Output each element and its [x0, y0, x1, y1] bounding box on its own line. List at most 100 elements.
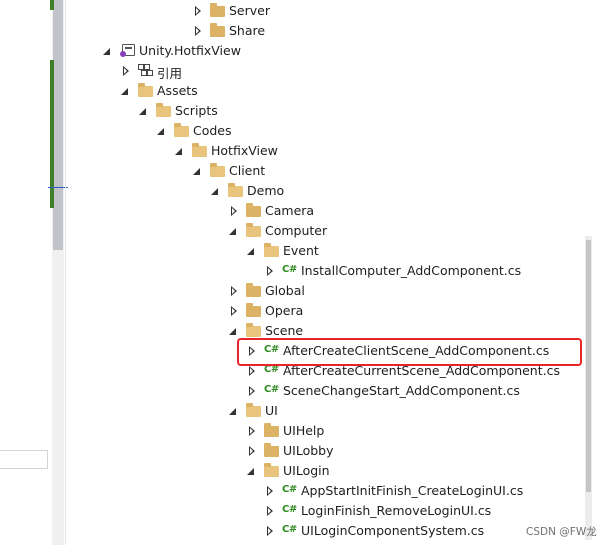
tree-item-folder[interactable]: Codes — [66, 121, 566, 141]
tree-item-label: SceneChangeStart_AddComponent.cs — [283, 383, 520, 398]
expanded-arrow-icon[interactable] — [229, 408, 236, 415]
tree-item-label: Camera — [265, 203, 315, 218]
tree-item-label: LoginFinish_RemoveLoginUI.cs — [301, 503, 492, 518]
tree-item-folder[interactable]: Scripts — [66, 101, 566, 121]
tree-item-folder[interactable]: Event — [66, 241, 566, 261]
tree-item-file[interactable]: C# AppStartInitFinish_CreateLoginUI.cs — [66, 481, 566, 501]
folder-open-icon — [246, 403, 261, 417]
folder-open-icon — [264, 463, 279, 477]
expanded-arrow-icon[interactable] — [247, 248, 254, 255]
tree-item-label: AppStartInitFinish_CreateLoginUI.cs — [301, 483, 524, 498]
tree-item-label: Assets — [157, 83, 198, 98]
tree-item-label: Scene — [265, 323, 304, 338]
tree-item-file[interactable]: C# LoginFinish_RemoveLoginUI.cs — [66, 501, 566, 521]
collapsed-arrow-icon[interactable] — [231, 286, 237, 296]
collapsed-arrow-icon[interactable] — [231, 306, 237, 316]
csharp-file-icon: C# — [282, 484, 297, 495]
collapsed-arrow-icon[interactable] — [267, 486, 273, 496]
change-marker — [50, 0, 54, 10]
folder-icon — [210, 3, 225, 17]
csharp-file-icon: C# — [264, 384, 279, 395]
editor-gutter-pane — [0, 0, 68, 545]
tree-item-label: UILogin — [283, 463, 330, 478]
folder-icon — [264, 423, 279, 437]
collapsed-arrow-icon[interactable] — [195, 26, 201, 36]
collapsed-arrow-icon[interactable] — [249, 386, 255, 396]
tree-item-label: UILoginComponentSystem.cs — [301, 523, 485, 538]
folder-open-icon — [210, 163, 225, 177]
tree-item-file[interactable]: C# UILoginComponentSystem.cs — [66, 521, 566, 541]
collapsed-arrow-icon[interactable] — [195, 6, 201, 16]
left-scrollbar-thumb[interactable] — [53, 0, 63, 250]
expanded-arrow-icon[interactable] — [175, 148, 182, 155]
tree-item-label: Unity.HotfixView — [139, 43, 241, 58]
expanded-arrow-icon[interactable] — [211, 188, 218, 195]
tree-item-label: UI — [265, 403, 278, 418]
expanded-arrow-icon[interactable] — [229, 328, 236, 335]
tree-item-label: Global — [265, 283, 305, 298]
tree-item-folder[interactable]: Server — [66, 1, 566, 21]
csharp-project-icon — [120, 44, 135, 57]
csharp-file-icon: C# — [282, 264, 297, 275]
tree-item-label: Scripts — [175, 103, 218, 118]
tree-item-folder[interactable]: Demo — [66, 181, 566, 201]
tree-item-folder[interactable]: Camera — [66, 201, 566, 221]
collapsed-arrow-icon[interactable] — [123, 66, 129, 76]
folder-icon — [246, 203, 261, 217]
tree-item-folder[interactable]: UILobby — [66, 441, 566, 461]
expanded-arrow-icon[interactable] — [157, 128, 164, 135]
expanded-arrow-icon[interactable] — [193, 168, 200, 175]
tree-item-label: Event — [283, 243, 319, 258]
tree-item-folder[interactable]: Opera — [66, 301, 566, 321]
tree-item-folder[interactable]: Computer — [66, 221, 566, 241]
tree-item-label: 引用 — [157, 66, 183, 81]
tree-scrollbar-thumb[interactable] — [586, 240, 591, 492]
tree-item-folder[interactable]: Assets — [66, 81, 566, 101]
expanded-arrow-icon[interactable] — [121, 88, 128, 95]
tree-item-label: Codes — [193, 123, 232, 138]
tree-item-label: Share — [229, 23, 266, 38]
tree-item-label: UILobby — [283, 443, 334, 458]
tree-item-file[interactable]: C# InstallComputer_AddComponent.cs — [66, 261, 566, 281]
tree-item-label: InstallComputer_AddComponent.cs — [301, 263, 522, 278]
folder-open-icon — [174, 123, 189, 137]
folder-icon — [246, 303, 261, 317]
expanded-arrow-icon[interactable] — [229, 228, 236, 235]
folder-open-icon — [246, 223, 261, 237]
collapsed-arrow-icon[interactable] — [249, 366, 255, 376]
collapsed-arrow-icon[interactable] — [249, 446, 255, 456]
tree-item-project[interactable]: Unity.HotfixView — [66, 41, 566, 61]
watermark: CSDN @FW龙 — [526, 526, 597, 538]
folder-open-icon — [246, 323, 261, 337]
tree-item-folder[interactable]: UIHelp — [66, 421, 566, 441]
collapsed-arrow-icon[interactable] — [267, 526, 273, 536]
highlight-box — [237, 338, 582, 366]
expanded-arrow-icon[interactable] — [247, 468, 254, 475]
folder-icon — [246, 283, 261, 297]
folder-open-icon — [156, 103, 171, 117]
collapsed-arrow-icon[interactable] — [267, 266, 273, 276]
tree-item-label: HotfixView — [211, 143, 278, 158]
collapsed-arrow-icon[interactable] — [249, 426, 255, 436]
tree-item-label: Client — [229, 163, 266, 178]
expanded-arrow-icon[interactable] — [139, 108, 146, 115]
csharp-file-icon: C# — [282, 524, 297, 535]
collapsed-arrow-icon[interactable] — [231, 206, 237, 216]
folder-open-icon — [192, 143, 207, 157]
collapsed-arrow-icon[interactable] — [267, 506, 273, 516]
tree-item-folder[interactable]: Share — [66, 21, 566, 41]
tree-item-folder[interactable]: Global — [66, 281, 566, 301]
tree-item-folder[interactable]: HotfixView — [66, 141, 566, 161]
tree-item-label: Demo — [247, 183, 285, 198]
tree-item-folder[interactable]: UILogin — [66, 461, 566, 481]
tree-item-file[interactable]: C# SceneChangeStart_AddComponent.cs — [66, 381, 566, 401]
tree-item-references[interactable]: 引用 — [66, 61, 566, 81]
expanded-arrow-icon[interactable] — [103, 48, 110, 55]
references-icon — [138, 64, 153, 76]
tree-item-folder[interactable]: Client — [66, 161, 566, 181]
tree-item-label: Computer — [265, 223, 328, 238]
tree-item-folder[interactable]: UI — [66, 401, 566, 421]
folder-icon — [264, 443, 279, 457]
solution-explorer-tree: Server Share Unity.HotfixView 引用 Assets Scrip… — [66, 0, 598, 545]
left-input-field[interactable] — [0, 450, 48, 469]
